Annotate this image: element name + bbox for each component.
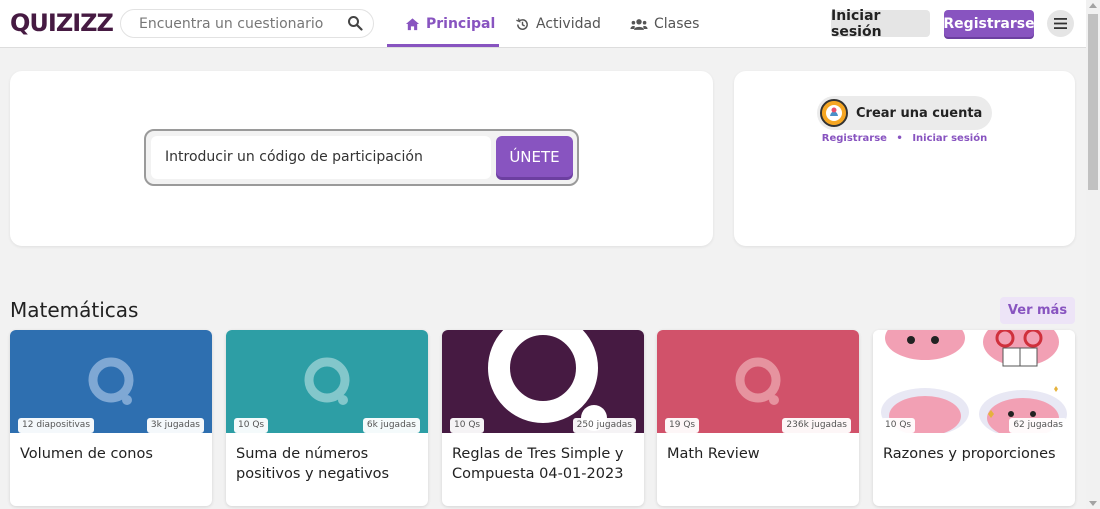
plays-count-badge: 3k jugadas [146,418,204,433]
question-count-badge: 10 Qs [881,418,916,433]
login-button[interactable]: Iniciar sesión [831,8,930,40]
tab-actividad-label: Actividad [536,16,601,32]
scroll-down-arrow-icon[interactable] [1089,501,1097,506]
link-separator: • [896,133,903,144]
join-code-input[interactable]: Introducir un código de participación [151,136,491,179]
search-input[interactable]: Encuentra un cuestionario [120,9,374,38]
tab-actividad[interactable]: Actividad [515,0,601,48]
question-count-badge: 12 diapositivas [18,418,95,433]
quiz-card[interactable]: 12 diapositivas 3k jugadas Volumen de co… [10,330,212,506]
question-count-badge: 19 Qs [665,418,700,433]
question-count-badge: 10 Qs [234,418,269,433]
scroll-up-arrow-icon[interactable] [1089,3,1097,8]
join-button[interactable]: ÚNETE [496,136,573,177]
avatar [820,99,848,127]
join-game-card: Introducir un código de participación ÚN… [10,71,713,246]
scrollbar-thumb[interactable] [1088,14,1098,190]
tab-principal-label: Principal [426,16,496,32]
search-icon[interactable] [347,15,363,31]
account-card: Crear una cuenta Registrarse • Iniciar s… [734,71,1075,246]
quiz-title: Suma de números positivos y negativos [236,446,390,482]
tab-clases[interactable]: Clases [630,0,699,48]
tab-clases-label: Clases [654,16,700,32]
section-title: Matemáticas [10,298,139,322]
plays-count-badge: 236k jugadas [782,418,851,433]
quiz-card[interactable]: 10 Qs 6k jugadas Suma de números positiv… [226,330,428,506]
join-code-placeholder: Introducir un código de participación [165,149,423,165]
join-code-box: Introducir un código de participación ÚN… [144,129,579,186]
quizizz-logo[interactable]: QUIZIZZ [10,9,114,37]
tab-principal[interactable]: Principal [405,0,495,48]
register-button[interactable]: Registrarse [943,10,1035,37]
question-count-badge: 10 Qs [450,418,485,433]
register-link[interactable]: Registrarse [822,133,887,144]
create-account-label: Crear una cuenta [856,105,983,121]
search-placeholder: Encuentra un cuestionario [139,16,324,32]
login-link[interactable]: Iniciar sesión [912,133,987,144]
plays-count-badge: 6k jugadas [362,418,420,433]
quiz-title: Razones y proporciones [883,446,1056,462]
history-icon [516,17,528,30]
see-more-button[interactable]: Ver más [1000,297,1075,324]
quiz-card[interactable]: 10 Qs 250 jugadas Reglas de Tres Simple … [442,330,644,506]
quiz-title: Volumen de conos [20,446,153,462]
active-tab-indicator [387,44,499,47]
plays-count-badge: 62 jugadas [1009,418,1067,433]
top-header: QUIZIZZ Encuentra un cuestionario Princi… [0,0,1086,48]
quiz-title: Reglas de Tres Simple y Compuesta 04-01-… [452,446,624,482]
avatar-illustration-icon [822,101,846,125]
account-links: Registrarse • Iniciar sesión [734,133,1075,144]
plays-count-badge: 250 jugadas [572,418,636,433]
quiz-card[interactable]: 19 Qs 236k jugadas Math Review [657,330,859,506]
quiz-card[interactable]: 10 Qs 62 jugadas Razones y proporciones [873,330,1075,506]
menu-button[interactable] [1047,10,1074,37]
users-icon [630,18,648,30]
home-icon [405,17,420,30]
hamburger-icon [1054,18,1067,29]
quiz-title: Math Review [667,446,760,462]
page-scrollbar[interactable] [1086,0,1100,509]
create-account-button[interactable]: Crear una cuenta [817,96,992,130]
